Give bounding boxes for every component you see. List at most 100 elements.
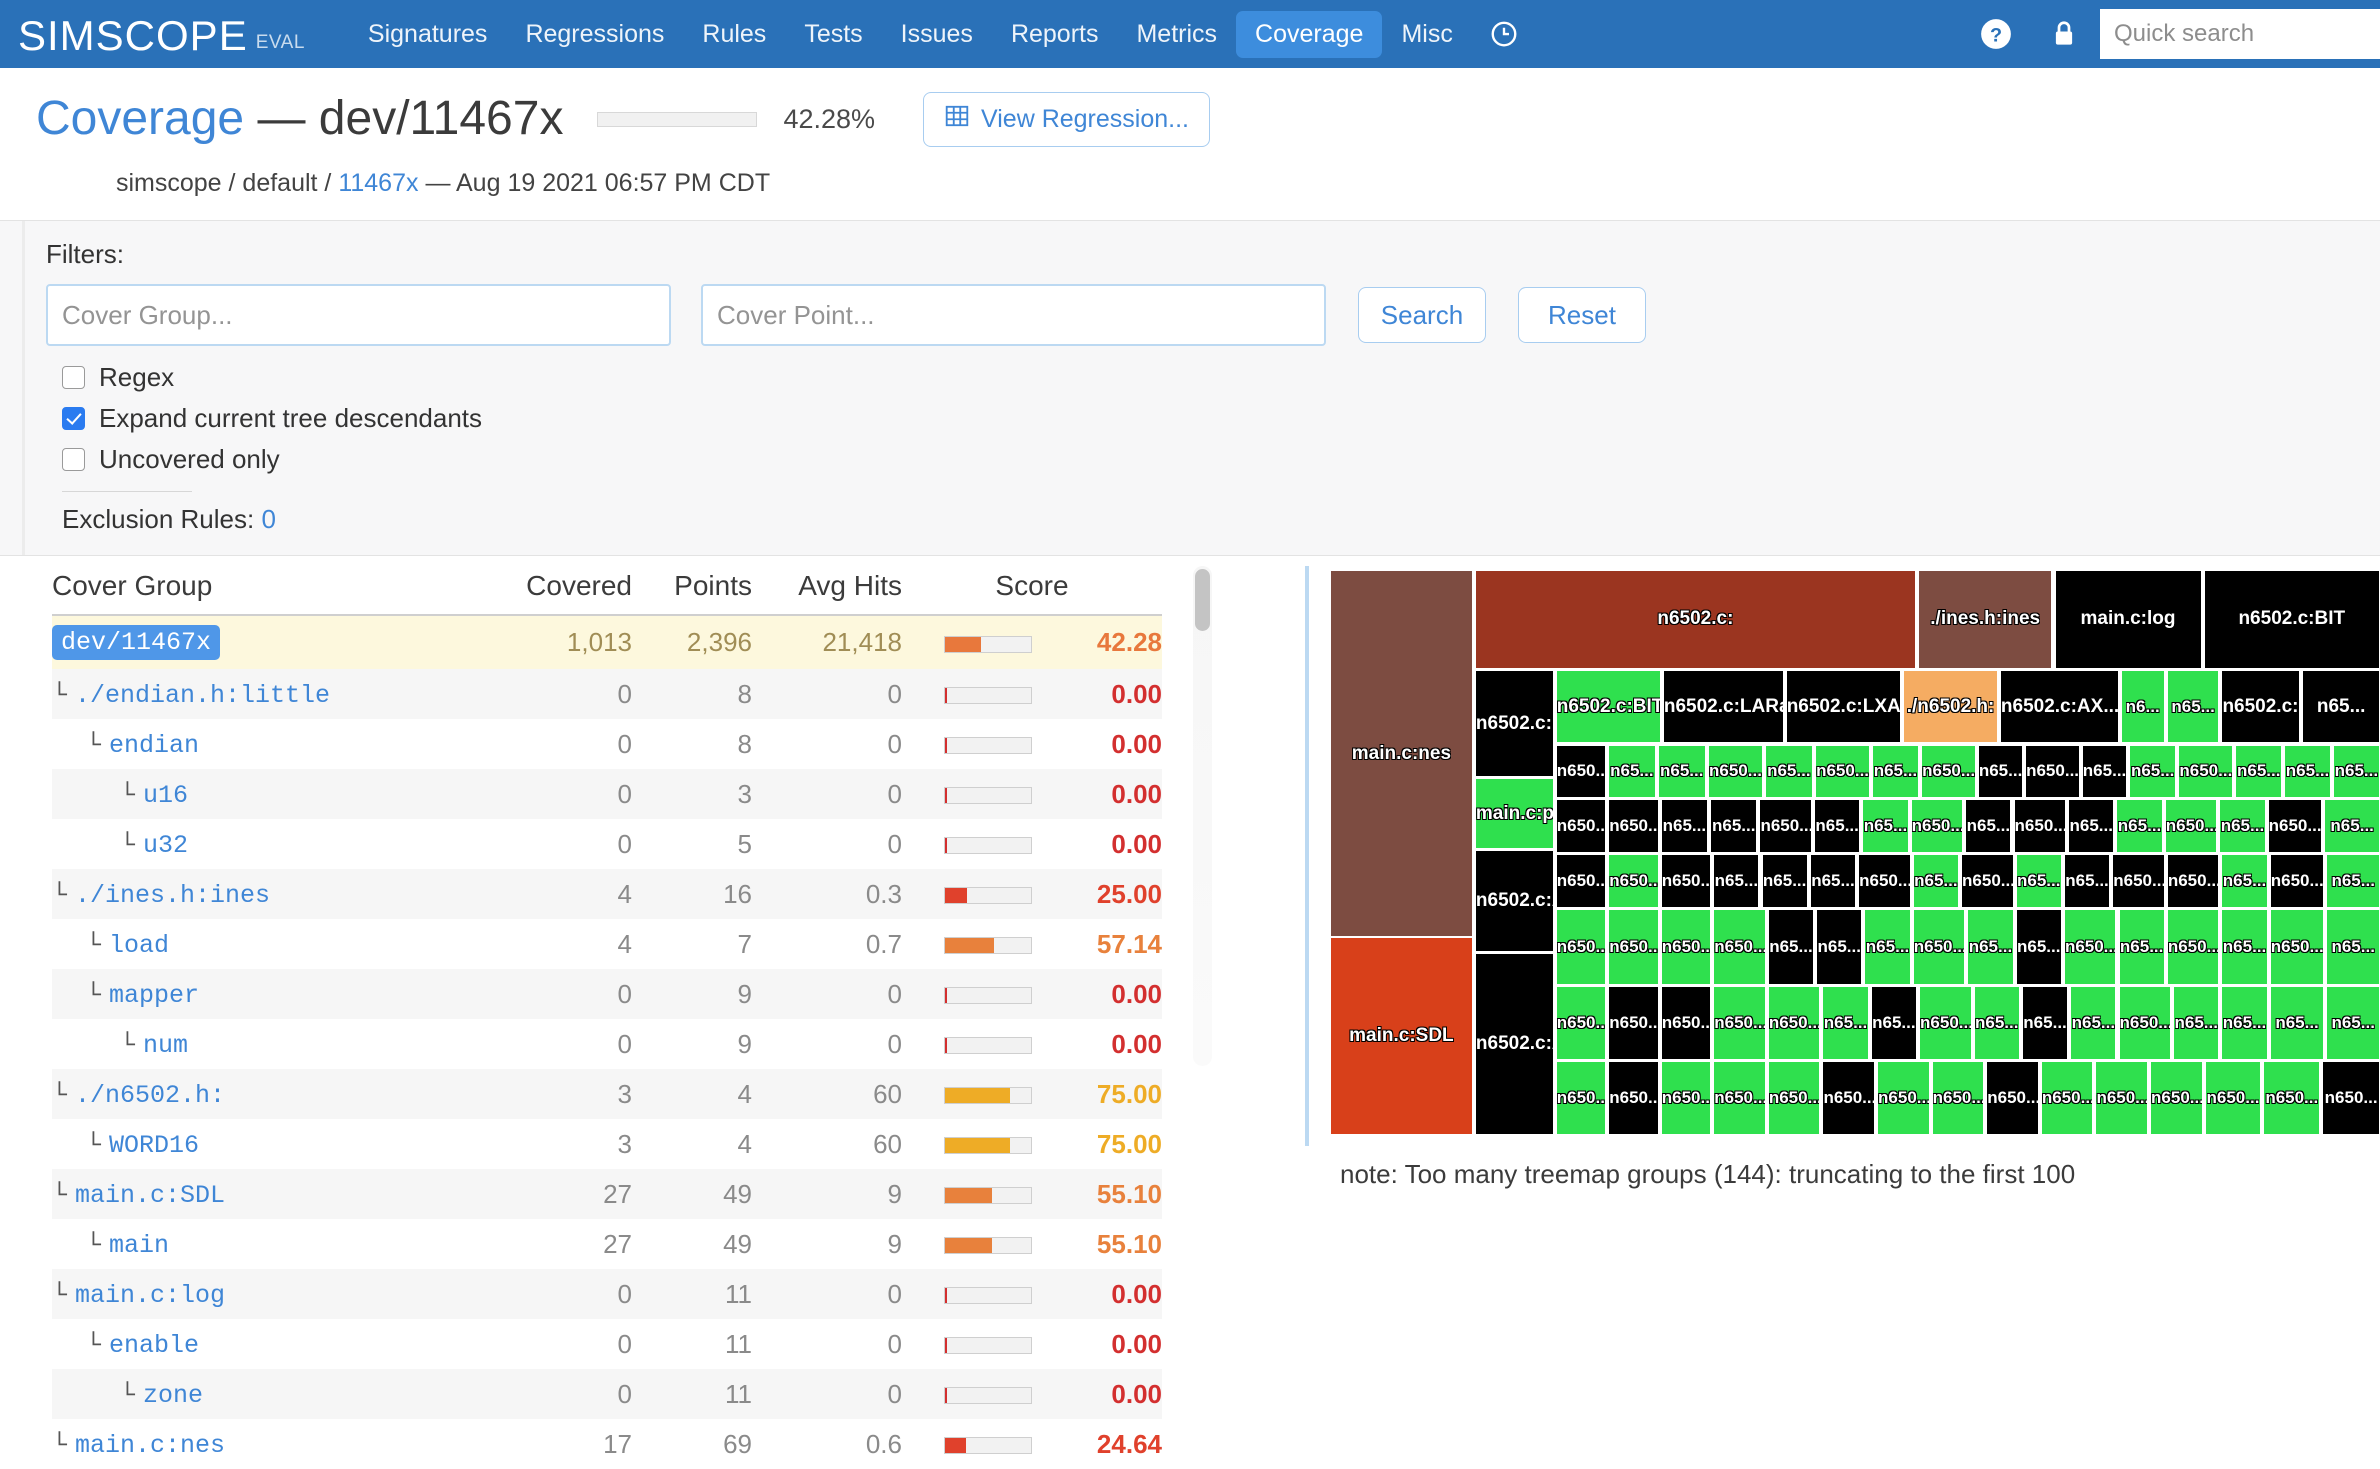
table-row[interactable]: └ num 0 9 0 0.00 [52,1019,1162,1069]
treemap-cell[interactable]: n650... [1660,909,1712,986]
treemap-cell[interactable]: n65... [2021,986,2069,1060]
treemap-cell[interactable]: n650... [2204,1060,2262,1135]
treemap-cell[interactable]: main.c:log [2054,570,2202,669]
tree-node-name[interactable]: num [143,1031,188,1060]
treemap-cell[interactable]: n65... [1967,909,2014,986]
treemap-cell[interactable]: n6502.c:ARR [1474,850,1554,952]
treemap-cell[interactable]: n6502.c:LXA [1785,670,1902,744]
treemap-cell[interactable]: n65... [1764,744,1813,799]
nav-link-rules[interactable]: Rules [683,11,785,58]
table-row[interactable]: └ main.c:nes 17 69 0.6 24.64 [52,1419,1162,1469]
tree-node-name[interactable]: u16 [143,781,188,810]
treemap-cell[interactable]: n6502.c:DE... [1474,670,1554,778]
treemap-cell[interactable]: n6... [2120,670,2165,744]
treemap-cell[interactable]: n650... [1767,986,1821,1060]
treemap-cell[interactable]: n650... [1555,1060,1607,1135]
reset-button[interactable]: Reset [1518,287,1646,343]
checkbox-row-regex[interactable]: Regex [62,362,2380,393]
treemap-cell[interactable]: n65... [2324,799,2380,854]
treemap-cell[interactable]: n650... [1858,854,1911,908]
page-title-primary[interactable]: Coverage [36,92,244,145]
nav-link-coverage[interactable]: Coverage [1236,10,1383,58]
treemap-cell[interactable]: n650... [1608,909,1659,986]
treemap-cell[interactable]: n650... [2095,1060,2148,1135]
treemap-cell[interactable]: n650... [1660,1060,1712,1135]
treemap-cell[interactable]: n650... [2164,799,2218,854]
treemap-cell[interactable]: n65... [2063,854,2111,908]
treemap-cell[interactable]: n650... [2166,909,2220,986]
col-avg-hits[interactable]: Avg Hits [752,570,902,616]
treemap-cell[interactable]: n650... [2118,986,2172,1060]
treemap-cell[interactable]: n650... [2112,854,2165,908]
treemap-cell[interactable]: n650... [2322,1060,2380,1135]
treemap-cell[interactable]: n650... [2267,799,2323,854]
treemap-cell[interactable]: n650... [1910,799,1964,854]
treemap-cell[interactable]: n650... [2013,799,2067,854]
treemap-cell[interactable]: n65... [2173,986,2220,1060]
treemap-cell[interactable]: n6502.c:LARay [1662,670,1784,744]
treemap-cell[interactable]: n650... [2150,1060,2203,1135]
nav-link-tests[interactable]: Tests [785,11,881,58]
checkbox-row-uncovered-only[interactable]: Uncovered only [62,444,2380,475]
treemap-cell[interactable]: n65... [2166,670,2220,744]
col-points[interactable]: Points [632,570,752,616]
treemap-cell[interactable]: n65... [2221,854,2268,908]
treemap-cell[interactable]: n650... [1660,986,1712,1060]
col-cover-group[interactable]: Cover Group [52,570,482,616]
treemap-cell[interactable]: n6502.c: [1474,570,1916,669]
treemap-cell[interactable]: n6502.c:BIT [2203,570,2380,669]
treemap-cell[interactable]: n650... [1759,799,1812,854]
tree-node-name[interactable]: main.c:nes [75,1431,225,1460]
treemap-cell[interactable]: n650... [1919,986,1972,1060]
treemap-cell[interactable]: n650... [2178,744,2233,799]
treemap-cell[interactable]: n65... [2219,799,2266,854]
treemap-cell[interactable]: n650... [2263,1060,2321,1135]
treemap-cell[interactable]: n65... [1809,854,1857,908]
tree-node-name[interactable]: mapper [109,981,199,1010]
treemap-cell[interactable]: n65... [2068,799,2115,854]
treemap-cell[interactable]: n65... [2235,744,2283,799]
treemap-cell[interactable]: n65... [1870,986,1917,1060]
table-row[interactable]: └ ./ines.h:ines 4 16 0.3 25.00 [52,869,1162,919]
treemap-cell[interactable]: n65... [1973,986,2020,1060]
coverage-treemap[interactable]: main.c:nes main.c:SDL n6502.c: ./ines.h:ine… [1330,570,2380,1135]
table-row[interactable]: └ u32 0 5 0 0.00 [52,819,1162,869]
nav-link-regressions[interactable]: Regressions [506,11,683,58]
checkbox-row-expand-tree[interactable]: Expand current tree descendants [62,403,2380,434]
treemap-cell[interactable]: n650... [2040,1060,2094,1135]
treemap-cell[interactable]: n650... [1555,744,1607,799]
col-covered[interactable]: Covered [482,570,632,616]
tree-node-name[interactable]: load [109,931,169,960]
table-row[interactable]: └ enable 0 11 0 0.00 [52,1319,1162,1369]
treemap-cell[interactable]: n650... [1555,986,1607,1060]
treemap-cell[interactable]: n65... [1965,799,2012,854]
uncovered-only-checkbox[interactable] [62,448,85,471]
nav-link-misc[interactable]: Misc [1382,11,1471,58]
treemap-cell[interactable]: n65... [1816,909,1863,986]
regex-checkbox[interactable] [62,366,85,389]
help-icon[interactable]: ? [1974,12,2018,56]
treemap-cell[interactable]: n650... [2166,854,2220,908]
treemap-cell[interactable]: n65... [2326,909,2380,986]
treemap-cell[interactable]: ./ines.h:ines [1918,570,2053,669]
tree-node-name[interactable]: zone [143,1381,203,1410]
treemap-cell[interactable]: n65... [1862,799,1909,854]
treemap-cell[interactable]: n650... [1815,744,1870,799]
treemap-cell[interactable]: n650... [1912,909,1966,986]
treemap-cell[interactable]: n65... [1814,799,1861,854]
treemap-cell[interactable]: n65... [2015,909,2062,986]
treemap-cell[interactable]: n650... [1555,909,1607,986]
treemap-cell[interactable]: n65... [1710,799,1758,854]
treemap-cell[interactable]: n650... [1660,854,1712,908]
treemap-cell[interactable]: n650... [1608,986,1659,1060]
table-row[interactable]: └ u16 0 3 0 0.00 [52,769,1162,819]
table-row[interactable]: └ WORD16 3 4 60 75.00 [52,1119,1162,1169]
cover-point-input[interactable] [701,284,1326,346]
clock-icon[interactable] [1482,12,1526,56]
treemap-cell[interactable]: n65... [1864,909,1911,986]
tree-node-name[interactable]: main.c:SDL [75,1181,225,1210]
exclusion-rules-count[interactable]: 0 [261,504,275,534]
treemap-cell[interactable]: n65... [2015,854,2062,908]
nav-link-signatures[interactable]: Signatures [349,11,507,58]
treemap-cell[interactable]: n6502.c:AR [2221,670,2301,744]
